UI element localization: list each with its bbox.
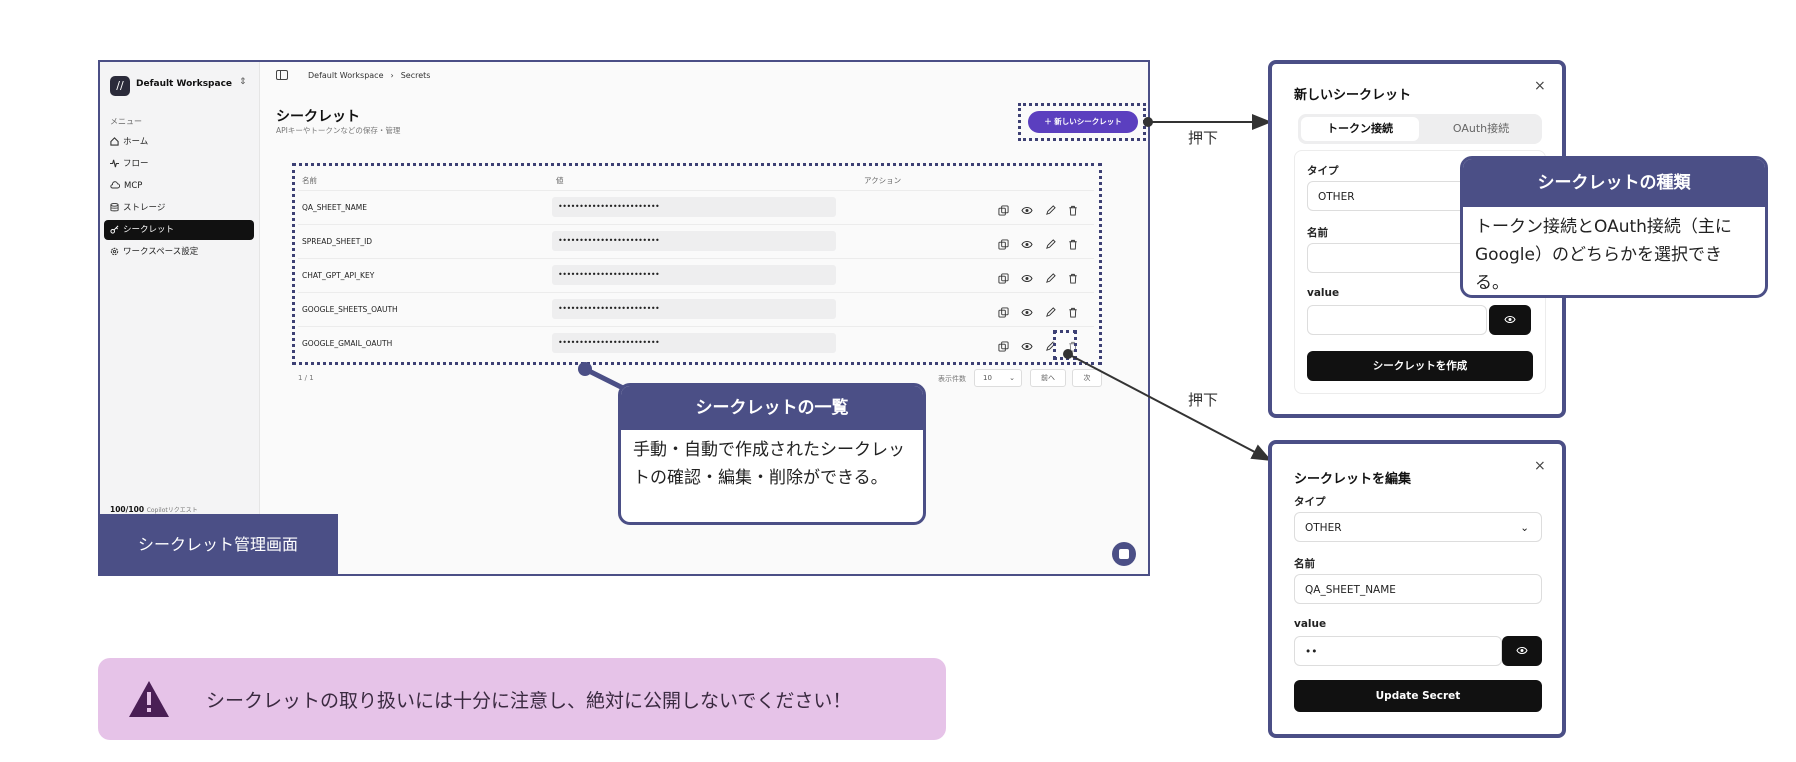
connection-type-tabs: トークン接続 OAuth接続 [1298, 114, 1542, 144]
callout-title: シークレットの一覧 [621, 386, 923, 430]
type-label: タイプ [1294, 496, 1326, 508]
value-label: value [1294, 618, 1327, 630]
value-input[interactable]: •• [1294, 636, 1502, 666]
modal-title: シークレットを編集 [1294, 472, 1412, 487]
warning-icon [128, 680, 170, 718]
callout-body: 手動・自動で作成されたシークレットの確認・編集・削除ができる。 [633, 440, 905, 488]
close-icon[interactable]: × [1534, 78, 1546, 94]
type-label: タイプ [1307, 165, 1339, 177]
arrow-label-press: 押下 [1188, 129, 1219, 147]
name-label: 名前 [1307, 227, 1328, 239]
create-secret-button[interactable]: シークレットを作成 [1307, 351, 1533, 381]
chevron-down-icon: ⌄ [1520, 522, 1529, 534]
callout-title: シークレットの種類 [1463, 159, 1765, 207]
callout-secret-list: シークレットの一覧 手動・自動で作成されたシークレットの確認・編集・削除ができる… [618, 383, 926, 525]
type-value: OTHER [1318, 191, 1355, 203]
tab-oauth[interactable]: OAuth接続 [1422, 117, 1540, 141]
tab-token[interactable]: トークン接続 [1301, 117, 1419, 141]
callout-body: トークン接続とOAuth接続（主にGoogle）のどちらかを選択できる。 [1475, 217, 1732, 293]
type-value: OTHER [1305, 522, 1342, 534]
edit-secret-modal: シークレットを編集 × タイプ OTHER ⌄ 名前 QA_SHEET_NAME … [1268, 440, 1566, 738]
name-value: QA_SHEET_NAME [1305, 584, 1396, 596]
warning-banner: シークレットの取り扱いには十分に注意し、絶対に公開しないでください！ [98, 658, 946, 740]
close-icon[interactable]: × [1534, 458, 1546, 474]
name-label: 名前 [1294, 558, 1315, 570]
value-label: value [1307, 287, 1340, 299]
value-value: •• [1305, 646, 1318, 658]
eye-icon [1516, 645, 1528, 656]
eye-icon [1504, 314, 1516, 325]
type-select[interactable]: OTHER ⌄ [1294, 512, 1542, 542]
arrow-label-press: 押下 [1188, 391, 1219, 409]
modal-title: 新しいシークレット [1294, 88, 1412, 103]
callout-secret-type: シークレットの種類 トークン接続とOAuth接続（主にGoogle）のどちらかを… [1460, 156, 1768, 298]
warning-text: シークレットの取り扱いには十分に注意し、絶対に公開しないでください！ [206, 690, 852, 712]
toggle-visibility-button[interactable] [1502, 636, 1542, 666]
name-input[interactable]: QA_SHEET_NAME [1294, 574, 1542, 604]
toggle-visibility-button[interactable] [1489, 305, 1531, 335]
update-secret-button[interactable]: Update Secret [1294, 680, 1542, 712]
value-input[interactable] [1307, 305, 1487, 335]
